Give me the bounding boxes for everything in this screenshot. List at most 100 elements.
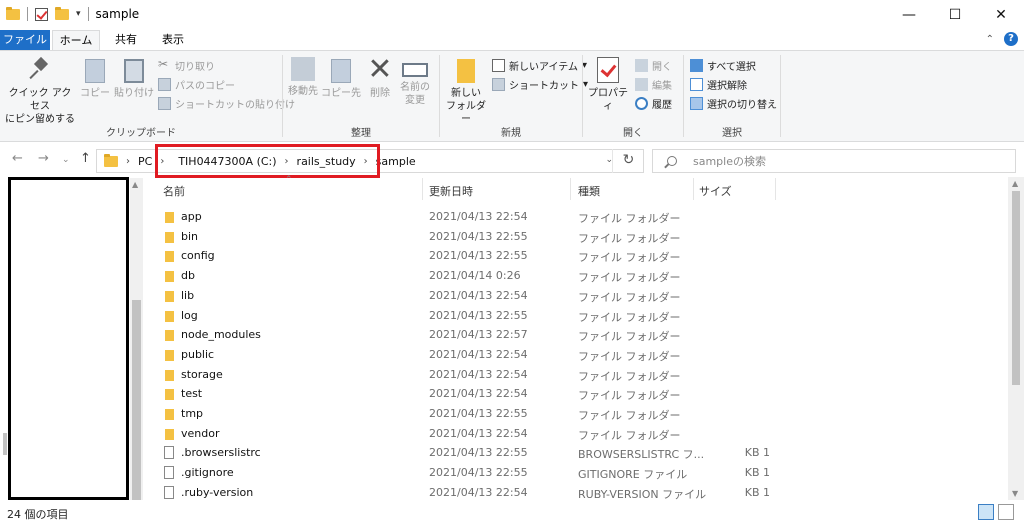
copy-path-icon (158, 78, 171, 91)
file-date: 2021/04/13 22:55 (429, 308, 528, 322)
pin-to-quick-access-button[interactable]: クイック アクセス にピン留めする (4, 57, 76, 126)
rename-button[interactable]: 名前の 変更 (397, 57, 433, 107)
table-row[interactable]: .browserslistrc 2021/04/13 22:55 BROWSERSL… (150, 443, 1008, 463)
table-row[interactable]: lib 2021/04/13 22:54 ファイル フォルダー (150, 286, 1008, 306)
tab-view[interactable]: 表示 (152, 30, 194, 50)
edit-button[interactable]: 編集 (635, 77, 672, 92)
select-all-button[interactable]: すべて選択 (690, 58, 756, 73)
table-row[interactable]: log 2021/04/13 22:55 ファイル フォルダー (150, 306, 1008, 326)
collapse-ribbon-icon[interactable]: ⌃ (986, 34, 994, 45)
delete-button[interactable]: ✕ 削除 (365, 55, 395, 100)
recent-locations-chevron-icon[interactable]: ⌄ (62, 155, 70, 165)
column-name[interactable]: 名前 (163, 183, 185, 199)
table-row[interactable]: .gitignore 2021/04/13 22:55 GITIGNORE ファイル… (150, 463, 1008, 483)
file-name: log (181, 308, 198, 322)
back-arrow-icon[interactable]: ← (12, 151, 23, 166)
file-icon (164, 446, 174, 460)
table-row[interactable]: node_modules 2021/04/13 22:57 ファイル フォルダー (150, 325, 1008, 345)
new-folder-icon[interactable] (55, 6, 69, 20)
history-label: 履歴 (652, 100, 672, 111)
navigation-pane-scrollbar[interactable]: ▲ (130, 178, 143, 500)
copy-to-button[interactable]: コピー先 (321, 57, 361, 100)
column-divider[interactable] (422, 178, 423, 200)
tab-home[interactable]: ホーム (52, 30, 100, 50)
new-group: 新しい フォルダー 新しいアイテム ▾ ショートカット ▾ 新規 (440, 51, 588, 142)
address-bar[interactable]: › PC › TIH0447300A (C:) › rails_study › … (96, 144, 644, 178)
large-icons-view-icon[interactable] (998, 504, 1014, 520)
copy-button[interactable]: コピー (80, 57, 110, 100)
table-row[interactable]: db 2021/04/14 0:26 ファイル フォルダー (150, 266, 1008, 286)
file-type: ファイル フォルダー (578, 310, 681, 324)
select-none-button[interactable]: 選択解除 (690, 77, 747, 92)
rename-label-1: 名前の (400, 82, 430, 93)
column-divider[interactable] (570, 178, 571, 200)
scrollbar-thumb[interactable] (132, 300, 141, 500)
forward-arrow-icon[interactable]: → (38, 151, 49, 166)
folder-icon (165, 251, 174, 263)
file-name: .ruby-version (181, 485, 254, 499)
paste-shortcut-button[interactable]: ショートカットの貼り付け (158, 96, 295, 111)
scrollbar-thumb[interactable] (1012, 191, 1020, 385)
file-name: tmp (181, 407, 204, 420)
tab-share[interactable]: 共有 (106, 30, 146, 50)
breadcrumb-pc[interactable]: PC (138, 155, 152, 168)
folder-icon (6, 6, 20, 20)
new-folder-button[interactable]: 新しい フォルダー (444, 57, 488, 126)
invert-selection-button[interactable]: 選択の切り替え (690, 96, 777, 111)
quick-access-dropdown-icon[interactable]: ▾ (76, 9, 81, 19)
table-row[interactable]: tmp 2021/04/13 22:55 ファイル フォルダー (150, 404, 1008, 424)
scroll-up-icon[interactable]: ▲ (132, 180, 138, 189)
paste-icon (124, 59, 144, 83)
new-item-button[interactable]: 新しいアイテム ▾ (492, 58, 587, 73)
column-type[interactable]: 種類 (578, 183, 600, 199)
table-row[interactable]: test 2021/04/13 22:54 ファイル フォルダー (150, 384, 1008, 404)
cut-button[interactable]: 切り取り (158, 57, 215, 73)
file-type: GITIGNORE ファイル (578, 468, 688, 482)
select-none-icon (690, 78, 703, 91)
column-divider[interactable] (775, 178, 776, 200)
clipboard-group: クイック アクセス にピン留めする コピー 貼り付け 切り取り パスのコピー シ… (0, 51, 295, 142)
table-row[interactable]: public 2021/04/13 22:54 ファイル フォルダー (150, 345, 1008, 365)
open-button[interactable]: 開く (635, 58, 672, 73)
file-date: 2021/04/13 22:54 (429, 367, 528, 381)
properties-button[interactable]: プロパティ (585, 57, 631, 113)
maximize-button[interactable]: ☐ (932, 0, 978, 30)
up-arrow-icon[interactable]: ↑ (80, 151, 91, 166)
paste-button[interactable]: 貼り付け (114, 57, 154, 100)
scroll-down-icon[interactable]: ▼ (1012, 489, 1018, 498)
copy-path-button[interactable]: パスのコピー (158, 77, 235, 92)
history-button[interactable]: 履歴 (635, 96, 672, 111)
breadcrumb-sample[interactable]: sample (376, 155, 416, 168)
close-button[interactable]: ✕ (978, 0, 1024, 30)
column-date[interactable]: 更新日時 (429, 183, 473, 199)
column-size[interactable]: サイズ (699, 183, 732, 199)
tab-file[interactable]: ファイル (0, 30, 50, 50)
properties-icon[interactable] (35, 7, 48, 21)
item-count: 24 個の項目 (7, 508, 69, 521)
table-row[interactable]: vendor 2021/04/13 22:54 ファイル フォルダー (150, 424, 1008, 444)
pane-resize-handle[interactable] (3, 433, 7, 455)
minimize-button[interactable]: — (886, 0, 932, 30)
search-input[interactable]: sampleの検索 (652, 149, 1016, 173)
table-row[interactable]: bin 2021/04/13 22:55 ファイル フォルダー (150, 227, 1008, 247)
divider (87, 7, 89, 21)
file-list-scrollbar[interactable]: ▲ ▼ (1008, 177, 1024, 500)
help-icon[interactable]: ? (1004, 32, 1018, 46)
move-to-button[interactable]: 移動先 (285, 57, 321, 98)
folder-icon (165, 409, 174, 420)
scroll-up-icon[interactable]: ▲ (1012, 179, 1018, 188)
column-divider[interactable] (693, 178, 694, 200)
shortcut-button[interactable]: ショートカット ▾ (492, 77, 588, 92)
file-name: bin (181, 229, 199, 243)
breadcrumb-separator[interactable]: › (126, 156, 130, 167)
paste-shortcut-label: ショートカットの貼り付け (175, 100, 295, 111)
refresh-icon[interactable]: ↻ (612, 149, 644, 173)
table-row[interactable]: config 2021/04/13 22:55 ファイル フォルダー (150, 246, 1008, 266)
table-row[interactable]: storage 2021/04/13 22:54 ファイル フォルダー (150, 365, 1008, 385)
folder-icon (165, 369, 174, 381)
table-row[interactable]: app 2021/04/13 22:54 ファイル フォルダー (150, 207, 1008, 227)
details-view-icon[interactable] (978, 504, 994, 520)
status-bar: 24 個の項目 (0, 500, 1024, 524)
search-placeholder: sampleの検索 (693, 155, 766, 168)
organize-group-label: 整理 (351, 128, 371, 139)
